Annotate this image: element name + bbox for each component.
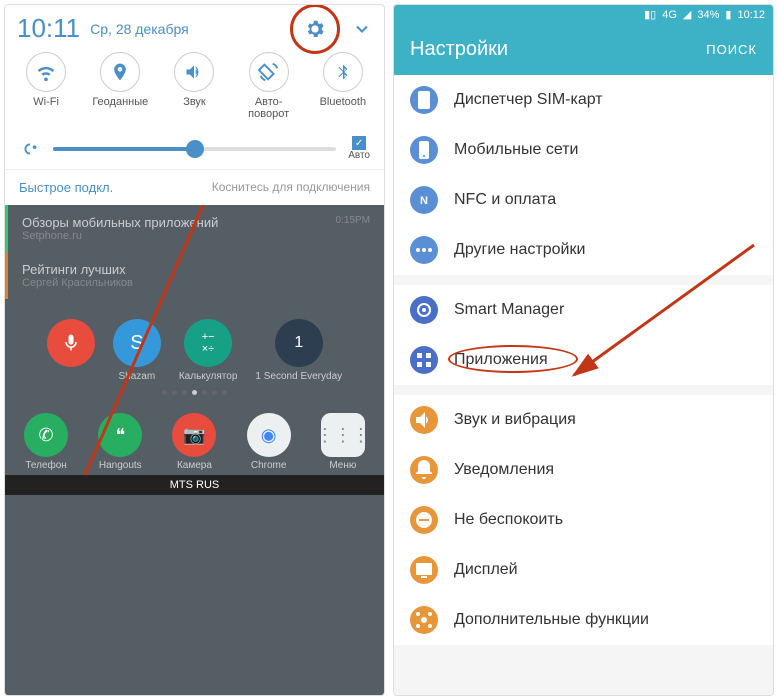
display-icon [410,556,438,584]
settings-gear-button[interactable] [304,18,326,40]
notification-item[interactable]: Рейтинги лучших Сергей Красильников [5,252,384,299]
toggle-sound[interactable]: Звук [160,52,228,120]
app-calculator[interactable]: +−×÷Калькулятор [179,319,238,382]
notification-list: 0:15PM Обзоры мобильных приложений Setph… [5,205,384,695]
bluetooth-icon [334,63,352,81]
more-icon [410,236,438,264]
nfc-icon: N [410,186,438,214]
toggle-bluetooth[interactable]: Bluetooth [309,52,377,120]
app-1se[interactable]: 11 Second Everyday [255,319,342,382]
rotate-icon [258,61,280,83]
dock: ✆Телефон ❝Hangouts 📷Камера ◉Chrome ⋮⋮⋮Ме… [5,403,384,475]
sound-icon [410,406,438,434]
settings-item-notif[interactable]: Уведомления [394,445,773,495]
signal-icon: ▮▯ [644,8,656,21]
page-title: Настройки [410,38,508,61]
carrier-label: MTS RUS [5,475,384,495]
settings-item-label: Smart Manager [454,301,564,319]
toggle-location[interactable]: Геоданные [86,52,154,120]
dnd-icon [410,506,438,534]
settings-item-more[interactable]: Другие настройки [394,225,773,275]
settings-item-dnd[interactable]: Не беспокоить [394,495,773,545]
battery-icon: ▮ [725,8,731,21]
brightness-control: ✓ Авто [5,128,384,169]
apps-icon [410,346,438,374]
wifi-icon [35,61,57,83]
settings-item-sound[interactable]: Звук и вибрация [394,395,773,445]
clock-date: Ср, 28 декабря [90,21,189,37]
toggle-wifi[interactable]: Wi-Fi [12,52,80,120]
settings-item-label: Дисплей [454,561,518,579]
dock-phone[interactable]: ✆Телефон [24,413,68,471]
chevron-down-icon[interactable] [352,19,372,39]
settings-item-display[interactable]: Дисплей [394,545,773,595]
svg-text:N: N [420,195,428,207]
home-apps: SShazam +−×÷Калькулятор 11 Second Everyd… [5,299,384,382]
notification-shade-screen: 10:11 Ср, 28 декабря Wi-Fi Геоданные Зву… [4,4,385,696]
settings-item-label: Диспетчер SIM-карт [454,91,603,109]
location-icon [110,62,130,82]
notification-item[interactable]: 0:15PM Обзоры мобильных приложений Setph… [5,205,384,252]
settings-item-label: NFC и оплата [454,191,556,209]
gear-icon [304,18,326,40]
settings-item-label: Звук и вибрация [454,411,576,429]
settings-item-smart[interactable]: Smart Manager [394,285,773,335]
advanced-icon [410,606,438,634]
quick-toggles: Wi-Fi Геоданные Звук Авто-поворот Blueto… [5,48,384,128]
dock-menu[interactable]: ⋮⋮⋮Меню [321,413,365,471]
app-mic[interactable] [47,319,95,382]
signal-bars-icon: ◢ [683,8,691,21]
settings-screen: ▮▯ 4G ◢ 34% ▮ 10:12 Настройки ПОИСК Дисп… [393,4,774,696]
auto-brightness-checkbox[interactable]: ✓ Авто [348,136,370,161]
settings-item-mobile[interactable]: Мобильные сети [394,125,773,175]
app-shazam[interactable]: SShazam [113,319,161,382]
settings-item-label: Уведомления [454,461,554,479]
qs-header: 10:11 Ср, 28 декабря [5,5,384,48]
settings-item-label: Другие настройки [454,241,585,259]
notif-icon [410,456,438,484]
brightness-slider[interactable] [53,147,336,151]
page-indicator [5,382,384,403]
brightness-bug-icon [19,138,41,160]
settings-item-sim[interactable]: Диспетчер SIM-карт [394,75,773,125]
quick-connect-row[interactable]: Быстрое подкл. Коснитесь для подключения [5,169,384,205]
settings-item-advanced[interactable]: Дополнительные функции [394,595,773,645]
mobile-icon [410,136,438,164]
sound-icon [184,62,204,82]
clock-time: 10:11 [17,13,80,44]
toggle-rotate[interactable]: Авто-поворот [235,52,303,120]
settings-item-label: Мобильные сети [454,141,579,159]
status-bar: ▮▯ 4G ◢ 34% ▮ 10:12 [394,5,773,24]
settings-item-label: Не беспокоить [454,511,563,529]
settings-list[interactable]: Диспетчер SIM-карт Мобильные сети N NFC и о… [394,75,773,695]
settings-item-label: Дополнительные функции [454,611,649,629]
settings-header: Настройки ПОИСК [394,24,773,75]
dock-chrome[interactable]: ◉Chrome [247,413,291,471]
dock-camera[interactable]: 📷Камера [172,413,216,471]
settings-item-apps[interactable]: Приложения [394,335,773,385]
sim-icon [410,86,438,114]
smart-icon [410,296,438,324]
search-button[interactable]: ПОИСК [706,42,757,57]
dock-hangouts[interactable]: ❝Hangouts [98,413,142,471]
settings-item-nfc[interactable]: N NFC и оплата [394,175,773,225]
settings-item-label: Приложения [454,351,548,369]
